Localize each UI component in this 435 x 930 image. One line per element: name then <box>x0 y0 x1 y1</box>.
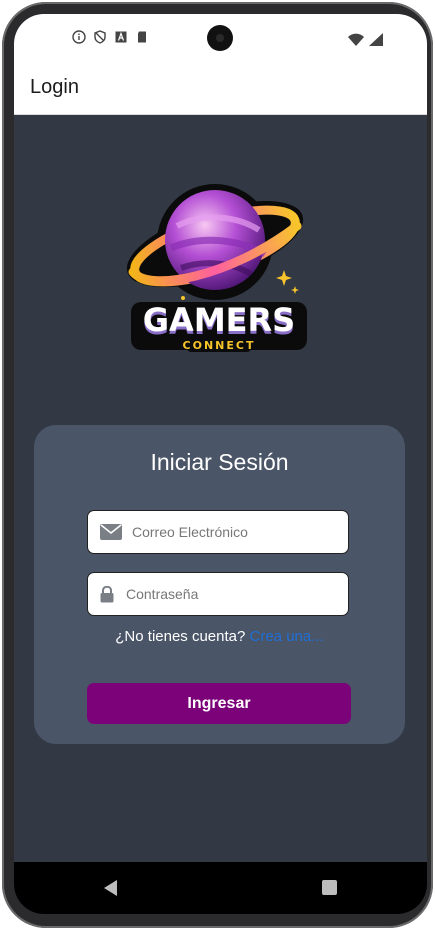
email-field[interactable] <box>87 510 349 554</box>
phone-device: Login GAMERS GAMERS CONNECT Iniciar Sesi… <box>0 0 435 930</box>
app-bar-title: Login <box>30 76 79 98</box>
envelope-icon <box>100 524 122 540</box>
signup-link[interactable]: Crea una... <box>250 628 324 645</box>
front-camera <box>207 25 233 51</box>
a-icon <box>114 30 128 44</box>
lock-icon <box>100 585 114 603</box>
signup-prompt: ¿No tienes cuenta? <box>115 628 246 645</box>
sd-card-icon <box>135 30 149 44</box>
logo-title: GAMERS <box>143 301 295 339</box>
gamers-connect-logo: GAMERS GAMERS CONNECT <box>126 184 307 352</box>
login-card: Iniciar Sesión ¿No tienes cuenta? Crea u… <box>34 425 405 744</box>
status-bar <box>14 14 427 62</box>
logo-subtitle: CONNECT <box>183 339 256 352</box>
login-title: Iniciar Sesión <box>150 449 289 475</box>
password-field[interactable] <box>87 572 349 616</box>
status-icons-right <box>348 31 383 50</box>
email-input[interactable] <box>130 523 334 541</box>
shield-icon <box>93 30 107 44</box>
recents-icon[interactable] <box>322 880 337 895</box>
status-icons-left <box>72 30 149 44</box>
app-bar: Login <box>14 62 427 115</box>
login-button[interactable]: Ingresar <box>87 683 351 724</box>
navigation-bar <box>14 862 427 914</box>
signup-row: ¿No tienes cuenta? Crea una... <box>34 628 405 645</box>
info-icon <box>72 30 86 44</box>
signal-icon <box>369 31 383 50</box>
phone-screen: Login GAMERS GAMERS CONNECT Iniciar Sesi… <box>14 14 427 914</box>
wifi-icon <box>348 31 364 50</box>
password-input[interactable] <box>124 585 328 603</box>
back-icon[interactable] <box>101 878 121 898</box>
